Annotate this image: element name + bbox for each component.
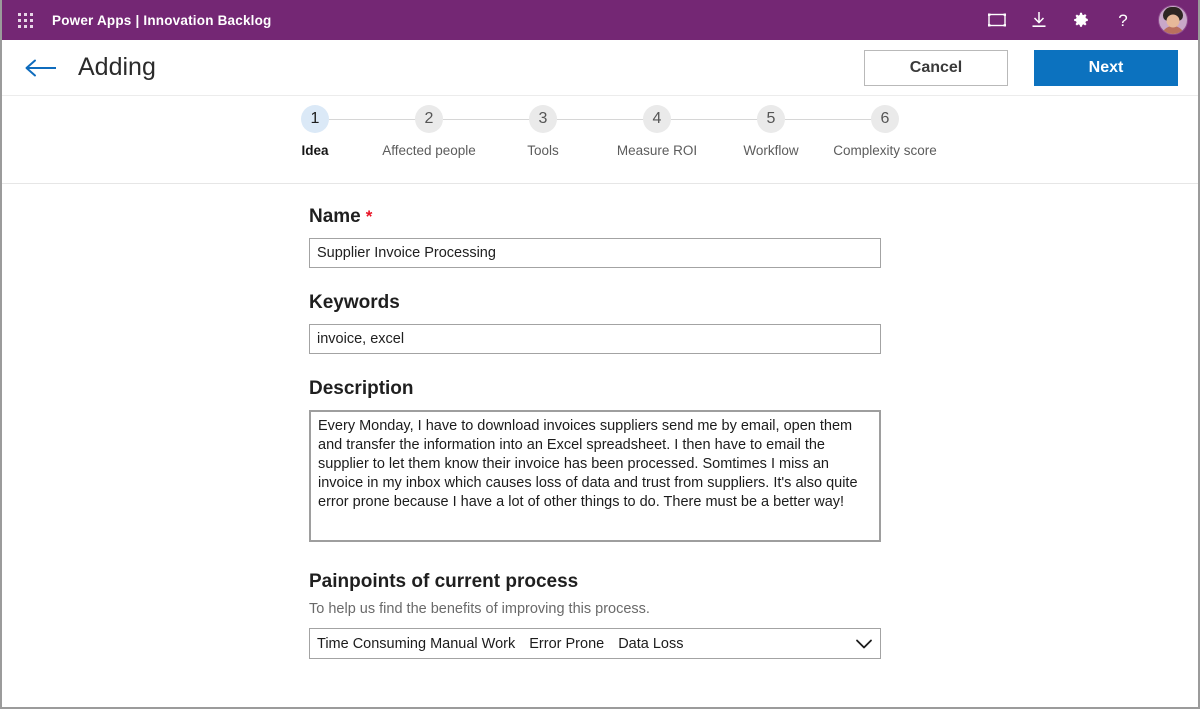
description-label: Description [309, 378, 1198, 400]
step-circle-5[interactable]: 5 [757, 105, 785, 133]
keywords-label: Keywords [309, 292, 1198, 314]
wizard-stepper: 1 Idea 2 Affected people 3 Tools 4 Measure ROI 5… [2, 96, 1198, 184]
step-connector [443, 119, 543, 120]
painpoints-selected-values: Time Consuming Manual Work Error Prone Dat… [317, 636, 684, 652]
help-icon[interactable]: ? [1112, 9, 1134, 31]
step-connector [557, 119, 657, 120]
suite-bar-actions: ? [986, 5, 1188, 35]
keywords-input[interactable] [309, 324, 881, 354]
painpoints-label: Painpoints of current process [309, 571, 1198, 593]
step-circle-2[interactable]: 2 [415, 105, 443, 133]
field-painpoints: Painpoints of current process To help us… [309, 571, 1198, 659]
step-label-1: Idea [301, 142, 328, 159]
command-header-actions: Cancel Next [864, 50, 1178, 86]
description-textarea[interactable]: Every Monday, I have to download invoice… [309, 410, 881, 542]
cancel-button[interactable]: Cancel [864, 50, 1008, 86]
painpoints-multiselect[interactable]: Time Consuming Manual Work Error Prone Dat… [309, 628, 881, 659]
description-label-text: Description [309, 378, 414, 400]
wizard-step-5[interactable]: 5 Workflow [714, 105, 828, 159]
step-label-3: Tools [527, 142, 559, 159]
field-keywords: Keywords [309, 292, 1198, 354]
field-description: Description Every Monday, I have to down… [309, 378, 1198, 547]
wizard-step-1[interactable]: 1 Idea [258, 105, 372, 159]
fullscreen-icon[interactable] [986, 9, 1008, 31]
app-launcher-grid-icon[interactable] [10, 5, 40, 35]
painpoint-value: Data Loss [618, 636, 683, 652]
painpoints-helper-text: To help us find the benefits of improvin… [309, 601, 1198, 617]
back-arrow-icon[interactable] [24, 55, 58, 81]
keywords-label-text: Keywords [309, 292, 400, 314]
suite-bar: Power Apps | Innovation Backlog [2, 0, 1198, 40]
idea-form: Name * Keywords Description Every Monday… [2, 184, 1198, 659]
wizard-step-3[interactable]: 3 Tools [486, 105, 600, 159]
painpoints-label-text: Painpoints of current process [309, 571, 578, 593]
field-name: Name * [309, 206, 1198, 268]
gear-icon[interactable] [1070, 9, 1092, 31]
wizard-step-4[interactable]: 4 Measure ROI [600, 105, 714, 159]
download-icon[interactable] [1028, 9, 1050, 31]
required-marker: * [366, 207, 373, 227]
step-connector [329, 119, 429, 120]
wizard-step-6[interactable]: 6 Complexity score [828, 105, 942, 159]
command-header: Adding Cancel Next [2, 40, 1198, 96]
svg-text:?: ? [1118, 11, 1127, 29]
wizard-step-2[interactable]: 2 Affected people [372, 105, 486, 159]
step-connector [671, 119, 771, 120]
name-label-text: Name [309, 206, 361, 228]
user-avatar[interactable] [1158, 5, 1188, 35]
step-label-5: Workflow [743, 142, 798, 159]
app-window: Power Apps | Innovation Backlog [0, 0, 1200, 709]
step-label-4: Measure ROI [617, 142, 697, 159]
next-button[interactable]: Next [1034, 50, 1178, 86]
step-label-2: Affected people [382, 142, 476, 159]
painpoint-value: Time Consuming Manual Work [317, 636, 515, 652]
page-title: Adding [78, 53, 156, 82]
name-label: Name * [309, 206, 1198, 228]
chevron-down-icon[interactable] [854, 634, 874, 654]
painpoint-value: Error Prone [529, 636, 604, 652]
step-circle-1[interactable]: 1 [301, 105, 329, 133]
suite-brand-title: Power Apps | Innovation Backlog [52, 13, 272, 28]
step-circle-3[interactable]: 3 [529, 105, 557, 133]
step-circle-4[interactable]: 4 [643, 105, 671, 133]
name-input[interactable] [309, 238, 881, 268]
step-circle-6[interactable]: 6 [871, 105, 899, 133]
step-connector [785, 119, 885, 120]
step-label-6: Complexity score [833, 142, 937, 159]
